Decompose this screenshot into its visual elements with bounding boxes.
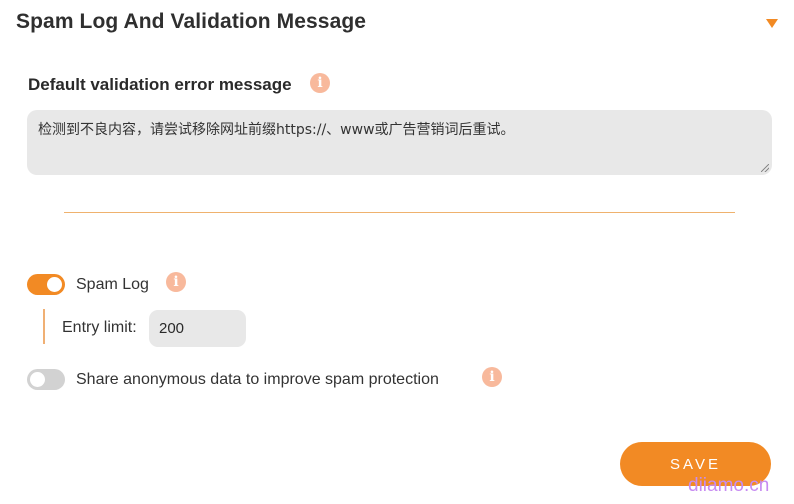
toggle-knob	[47, 277, 62, 292]
share-data-label: Share anonymous data to improve spam pro…	[76, 371, 439, 388]
info-icon[interactable]: i	[482, 367, 502, 387]
divider	[64, 212, 735, 213]
share-data-toggle[interactable]	[27, 369, 65, 390]
entry-limit-input[interactable]	[149, 310, 246, 347]
validation-message-label: Default validation error message	[28, 75, 292, 94]
section-title: Spam Log And Validation Message	[16, 10, 367, 33]
triangle-down-icon[interactable]	[766, 19, 778, 28]
validation-message-field[interactable]: 检测到不良内容，请尝试移除网址前缀https://、www或广告营销词后重试。	[27, 110, 772, 175]
indent-bar	[43, 309, 45, 344]
resize-handle-icon[interactable]	[761, 164, 769, 172]
info-icon[interactable]: i	[310, 73, 330, 93]
toggle-knob	[30, 372, 45, 387]
watermark: diiamo.cn	[688, 475, 770, 496]
entry-limit-label: Entry limit:	[62, 319, 137, 336]
validation-message-field-wrapper: 检测到不良内容，请尝试移除网址前缀https://、www或广告营销词后重试。	[27, 110, 772, 175]
spam-log-toggle[interactable]	[27, 274, 65, 295]
spam-log-label: Spam Log	[76, 276, 149, 293]
info-icon[interactable]: i	[166, 272, 186, 292]
